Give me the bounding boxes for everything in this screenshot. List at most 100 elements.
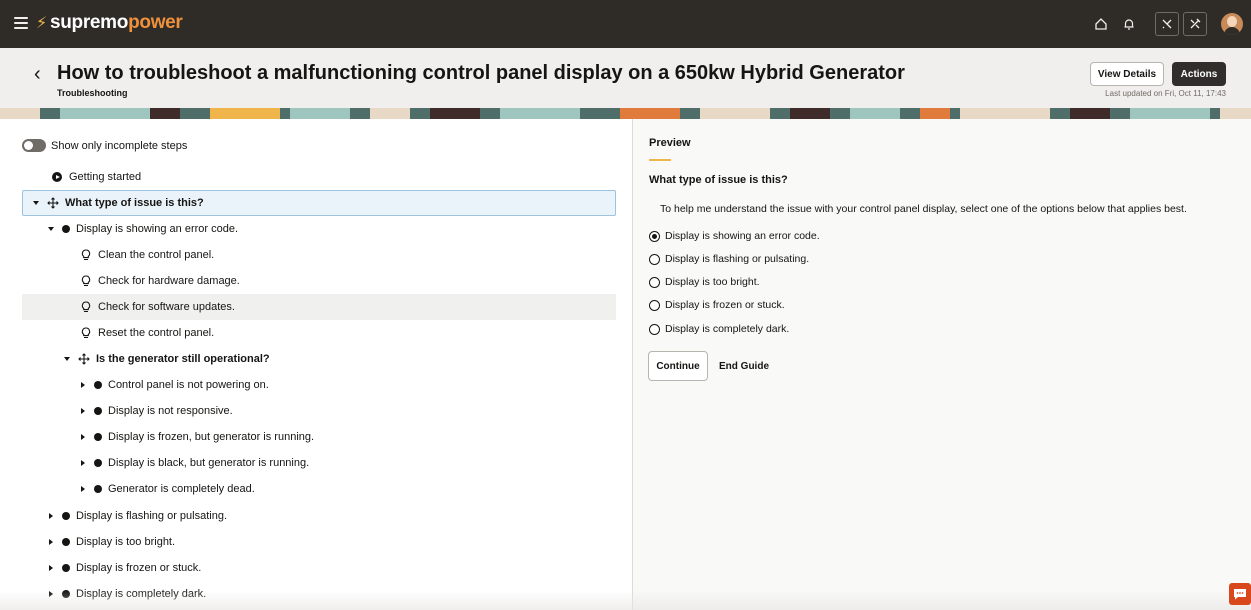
radio-button-selected[interactable]	[649, 230, 660, 242]
tools-icon[interactable]	[1183, 12, 1207, 36]
caret-right-icon[interactable]	[46, 513, 56, 519]
end-guide-button[interactable]: End Guide	[719, 351, 769, 381]
preview-underline	[649, 159, 671, 161]
home-icon[interactable]	[1089, 12, 1113, 36]
continue-button[interactable]: Continue	[648, 351, 708, 381]
decorative-banner	[0, 108, 1251, 119]
option-dark[interactable]: Display is completely dark.	[649, 323, 789, 335]
brand-logo[interactable]: ⚡ supremo power	[36, 12, 183, 34]
caret-right-icon[interactable]	[46, 591, 56, 597]
tree-item-getting-started[interactable]: Getting started	[22, 164, 616, 190]
steps-panel: Show only incomplete steps Getting start…	[0, 119, 632, 610]
user-avatar[interactable]	[1221, 13, 1243, 35]
tree-item-label: Clean the control panel.	[98, 249, 215, 261]
tree-item-flashing[interactable]: Display is flashing or pulsating.	[22, 503, 616, 529]
bullet-icon	[62, 564, 70, 572]
bullet-icon	[62, 512, 70, 520]
tree-item-label: Display is too bright.	[76, 536, 176, 548]
tree-item-clean-panel[interactable]: Clean the control panel.	[22, 242, 616, 268]
move-icon	[47, 197, 59, 209]
lightbulb-icon	[81, 249, 91, 261]
option-too-bright[interactable]: Display is too bright.	[649, 276, 760, 288]
caret-right-icon[interactable]	[78, 486, 88, 492]
bullet-icon	[94, 459, 102, 467]
radio-button[interactable]	[649, 299, 660, 311]
page-subtitle: Troubleshooting	[57, 88, 128, 98]
tree-item-label: Display is flashing or pulsating.	[76, 510, 228, 522]
caret-right-icon[interactable]	[78, 408, 88, 414]
option-label: Display is frozen or stuck.	[665, 299, 785, 311]
play-circle-icon	[52, 172, 62, 182]
tree-item-frozen-running[interactable]: Display is frozen, but generator is runn…	[22, 424, 616, 450]
last-updated-text: Last updated on Fri, Oct 11, 17:43	[1105, 89, 1226, 98]
page-title: How to troubleshoot a malfunctioning con…	[57, 62, 905, 84]
bolt-icon: ⚡	[36, 15, 47, 32]
tree-item-black-running[interactable]: Display is black, but generator is runni…	[22, 450, 616, 476]
tree-item-not-responsive[interactable]: Display is not responsive.	[22, 398, 616, 424]
bullet-icon	[62, 590, 70, 598]
lightbulb-icon	[81, 275, 91, 287]
tree-item-generator-operational-question[interactable]: Is the generator still operational?	[22, 346, 616, 372]
tree-item-not-powering-on[interactable]: Control panel is not powering on.	[22, 372, 616, 398]
radio-button[interactable]	[649, 276, 660, 288]
tree-item-completely-dead[interactable]: Generator is completely dead.	[22, 476, 616, 502]
hamburger-menu-icon[interactable]	[14, 17, 28, 29]
tree-item-label: Control panel is not powering on.	[108, 379, 269, 391]
bullet-icon	[94, 485, 102, 493]
back-chevron-icon[interactable]: ‹	[34, 63, 41, 86]
question-title: What type of issue is this?	[649, 174, 788, 186]
bell-icon[interactable]	[1117, 12, 1141, 36]
bullet-icon	[62, 225, 70, 233]
top-bar: ⚡ supremo power	[0, 0, 1251, 48]
brand-text-part1: supremo	[49, 12, 129, 33]
radio-button[interactable]	[649, 323, 660, 335]
caret-right-icon[interactable]	[78, 382, 88, 388]
caret-down-icon[interactable]	[46, 227, 56, 231]
view-details-button[interactable]: View Details	[1090, 62, 1164, 86]
tree-item-label: Display is frozen or stuck.	[76, 562, 202, 574]
preview-panel: Preview What type of issue is this? To h…	[632, 119, 1251, 610]
option-error-code[interactable]: Display is showing an error code.	[649, 230, 820, 242]
toggle-label: Show only incomplete steps	[51, 139, 188, 152]
option-label: Display is too bright.	[665, 276, 760, 288]
caret-right-icon[interactable]	[46, 539, 56, 545]
caret-right-icon[interactable]	[78, 434, 88, 440]
tree-item-software-updates[interactable]: Check for software updates.	[22, 294, 616, 320]
chat-icon[interactable]	[1229, 583, 1251, 605]
brand-text-part2: power	[128, 12, 183, 33]
show-incomplete-toggle[interactable]	[22, 139, 46, 152]
option-frozen[interactable]: Display is frozen or stuck.	[649, 299, 785, 311]
tree-item-error-code[interactable]: Display is showing an error code.	[22, 216, 616, 242]
tree-item-label: Display is black, but generator is runni…	[108, 457, 310, 469]
option-label: Display is showing an error code.	[665, 230, 820, 242]
bullet-icon	[94, 407, 102, 415]
tree-item-label: Display is showing an error code.	[76, 223, 239, 235]
tree-item-completely-dark[interactable]: Display is completely dark.	[22, 581, 616, 607]
tree-item-issue-type-question[interactable]: What type of issue is this?	[22, 190, 616, 216]
radio-button[interactable]	[649, 253, 660, 265]
caret-down-icon[interactable]	[62, 357, 72, 361]
tree-item-label: Reset the control panel.	[98, 327, 215, 339]
caret-down-icon[interactable]	[31, 201, 41, 205]
tree-item-label: Getting started	[69, 171, 142, 183]
lightbulb-icon	[81, 327, 91, 339]
tree-item-reset-panel[interactable]: Reset the control panel.	[22, 320, 616, 346]
preview-heading: Preview	[649, 137, 691, 149]
move-icon	[78, 353, 90, 365]
incomplete-steps-toggle-row: Show only incomplete steps	[22, 139, 187, 152]
actions-button[interactable]: Actions	[1172, 62, 1226, 86]
caret-right-icon[interactable]	[46, 565, 56, 571]
page-header: ‹ How to troubleshoot a malfunctioning c…	[0, 48, 1251, 108]
bullet-icon	[94, 381, 102, 389]
wrench-cross-icon[interactable]	[1155, 12, 1179, 36]
caret-right-icon[interactable]	[78, 460, 88, 466]
tree-item-label: Is the generator still operational?	[96, 353, 270, 365]
tree-item-too-bright[interactable]: Display is too bright.	[22, 529, 616, 555]
lightbulb-icon	[81, 301, 91, 313]
option-flashing[interactable]: Display is flashing or pulsating.	[649, 253, 809, 265]
tree-item-label: Display is frozen, but generator is runn…	[108, 431, 315, 443]
tree-item-frozen-stuck[interactable]: Display is frozen or stuck.	[22, 555, 616, 581]
tree-item-hardware-damage[interactable]: Check for hardware damage.	[22, 268, 616, 294]
option-label: Display is flashing or pulsating.	[665, 253, 810, 265]
bullet-icon	[62, 538, 70, 546]
